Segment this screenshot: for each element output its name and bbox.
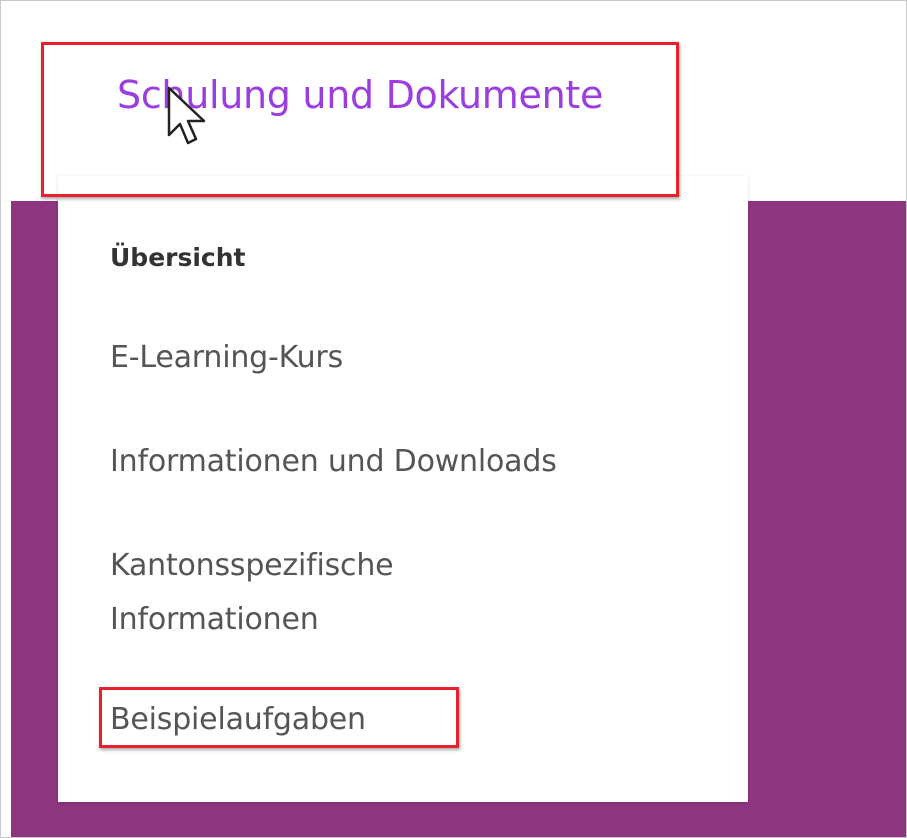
- menu-item-e-learning-kurs[interactable]: E-Learning-Kurs: [110, 331, 343, 385]
- dropdown-menu: Übersicht E-Learning-Kurs Informationen …: [58, 176, 748, 802]
- menu-item-kantonsspezifische-line2[interactable]: Informationen: [110, 593, 319, 647]
- left-margin: [1, 1, 11, 837]
- mouse-pointer-icon: [167, 86, 206, 145]
- nav-tab-schulung-und-dokumente[interactable]: Schulung und Dokumente: [41, 42, 679, 197]
- menu-item-informationen-und-downloads[interactable]: Informationen und Downloads: [110, 435, 557, 489]
- menu-item-uebersicht[interactable]: Übersicht: [110, 231, 246, 285]
- menu-item-kantonsspezifische[interactable]: Kantonsspezifische: [110, 539, 394, 593]
- menu-item-beispielaufgaben[interactable]: Beispielaufgaben: [110, 693, 366, 747]
- page-frame: Schulung und Dokumente Übersicht E-Learn…: [0, 0, 907, 838]
